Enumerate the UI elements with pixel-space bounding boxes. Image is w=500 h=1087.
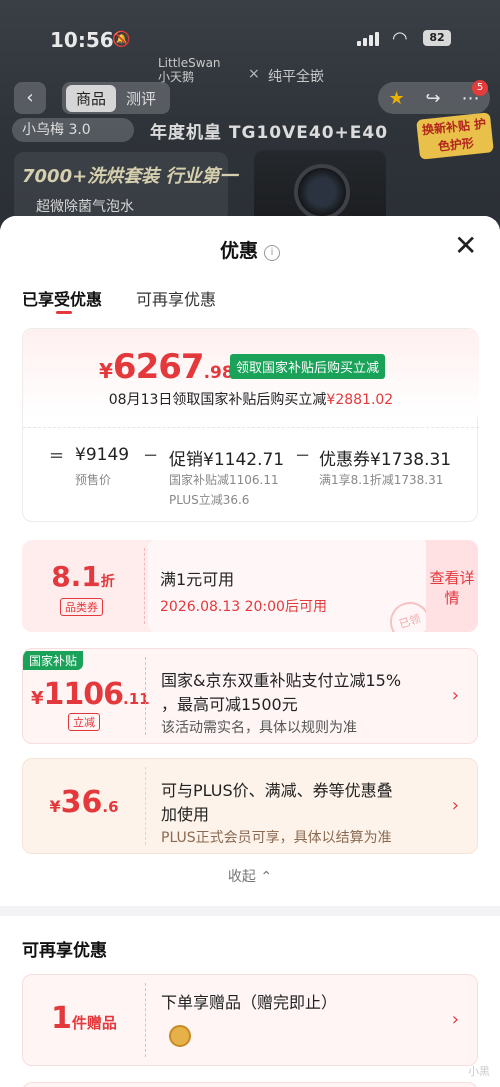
price-integer: 6267 xyxy=(112,347,205,387)
subsidy-badge: 领取国家补贴后购买立减 xyxy=(230,354,386,379)
page-tabs: 商品 测评 xyxy=(62,82,171,114)
next-card-partial xyxy=(22,1082,478,1087)
tab-product[interactable]: 商品 xyxy=(66,84,117,112)
presale-price: ¥9149 xyxy=(75,445,130,465)
card-separator xyxy=(145,983,146,1057)
presale-label: 预售价 xyxy=(75,473,112,487)
tab-available[interactable]: 可再享优惠 xyxy=(136,286,216,310)
minus-sign-1: − xyxy=(143,445,159,466)
brand-right-text: 纯平全嵌 xyxy=(268,69,324,85)
promo-sub-subsidy: 国家补贴减1106.11 xyxy=(169,473,279,487)
chevron-right-icon[interactable]: › xyxy=(452,685,459,706)
sheet-title: 优惠 i xyxy=(0,236,500,263)
view-details-button[interactable]: 查看详情 xyxy=(426,540,478,632)
coupon-time: 2026.08.13 20:00后可用 xyxy=(160,599,327,615)
gift-count-value: 1 xyxy=(51,1001,72,1036)
wifi-icon: ◠ xyxy=(392,28,408,49)
coupon-discount: 8.1折 xyxy=(22,560,144,593)
tab-indicator xyxy=(56,311,72,314)
minus-sign-2: − xyxy=(295,445,311,466)
subtitle-amount: ¥2881.02 xyxy=(326,392,394,408)
plus-discount-card[interactable]: ¥36.6 可与PLUS价、满减、券等优惠叠 加使用 PLUS正式会员可享，具体… xyxy=(22,758,478,854)
info-icon[interactable]: i xyxy=(264,245,280,261)
subsidy-currency: ¥ xyxy=(31,688,44,709)
series-tag: 小乌梅 3.0 xyxy=(12,118,134,142)
gift-thumbnail-icon xyxy=(169,1025,191,1047)
final-price: ¥ 6267 .98 xyxy=(99,347,234,387)
tab-enjoyed[interactable]: 已享受优惠 xyxy=(22,286,102,310)
tab-review[interactable]: 测评 xyxy=(116,85,166,112)
subsidy-tag: 立减 xyxy=(68,713,100,731)
coupon-discount-suffix: 折 xyxy=(100,574,115,590)
category-coupon-card[interactable]: 8.1折 品类券 满1元可用 2026.08.13 20:00后可用 已领 查看… xyxy=(22,540,478,632)
status-time: 10:56 xyxy=(50,28,114,52)
banner-line-2: 超微除菌气泡水 xyxy=(36,199,134,215)
subsidy-int: 1106 xyxy=(43,677,124,712)
share-icon[interactable]: ↪ xyxy=(426,88,441,109)
plus-currency: ¥ xyxy=(49,797,61,816)
signal-icon xyxy=(357,32,379,46)
model-text: 年度机皇 TG10VE40+E40 xyxy=(150,123,389,143)
plus-dec: .6 xyxy=(102,798,119,816)
brand-left-text: LittleSwan xyxy=(158,56,221,70)
collapse-label: 收起 xyxy=(227,869,256,885)
section-title: 可再享优惠 xyxy=(22,941,107,961)
gift-card[interactable]: 1件赠品 下单享赠品（赠完即止） › xyxy=(22,974,478,1066)
gift-line-1: 下单享赠品（赠完即止） xyxy=(161,993,338,1012)
subtitle-prefix: 08月13日领取国家补贴后购买立减 xyxy=(108,392,327,408)
plus-line-1: 可与PLUS价、满减、券等优惠叠 xyxy=(161,781,393,800)
chevron-up-icon: ⌃ xyxy=(260,869,273,885)
close-button[interactable]: ✕ xyxy=(454,232,477,260)
sheet-title-text: 优惠 xyxy=(219,240,258,262)
gift-count-suffix: 件赠品 xyxy=(71,1014,117,1032)
promo-sticker: 换新补贴 护色护形 xyxy=(416,112,494,160)
national-subsidy-card[interactable]: 国家补贴 ¥1106.11 立减 国家&京东双重补贴支付立减15% ，最高可减1… xyxy=(22,648,478,744)
brand-logo-littleswan: LittleSwan 小天鹅 xyxy=(158,56,221,84)
summary-divider xyxy=(23,427,479,428)
discount-tabs: 已享受优惠 可再享优惠 xyxy=(22,286,216,310)
promo-sub-plus: PLUS立减36.6 xyxy=(169,493,250,507)
plus-line-3: PLUS正式会员可享，具体以结算为准 xyxy=(161,830,392,846)
coupon-type-tag: 品类券 xyxy=(60,598,103,616)
washer-door xyxy=(294,164,350,220)
coupon-condition: 满1元可用 xyxy=(160,570,235,589)
mute-icon: 🔕 xyxy=(112,30,131,48)
subsidy-amount: ¥1106.11 xyxy=(31,677,150,712)
coupon-amount: 优惠券¥1738.31 xyxy=(319,450,452,470)
chevron-right-icon[interactable]: › xyxy=(452,1009,459,1030)
equals-sign: = xyxy=(49,445,65,466)
watermark: 小黑 xyxy=(468,1065,490,1078)
coupon-sub: 满1享8.1折减1738.31 xyxy=(319,473,444,487)
gift-count: 1件赠品 xyxy=(23,1001,145,1036)
plus-line-2: 加使用 xyxy=(161,805,210,824)
card-separator xyxy=(145,767,146,845)
chevron-right-icon[interactable]: › xyxy=(452,795,459,816)
subsidy-line-3: 该活动需实名，具体以规则为准 xyxy=(161,720,357,736)
card-separator xyxy=(144,548,145,624)
national-subsidy-badge: 国家补贴 xyxy=(23,651,84,670)
status-bar: 10:56 🔕 ◠ 82 xyxy=(0,26,500,56)
collapse-button[interactable]: 收起 ⌃ xyxy=(0,866,500,886)
back-button[interactable]: ‹ xyxy=(14,82,46,114)
brand-separator: × xyxy=(248,66,260,82)
subsidy-line-1: 国家&京东双重补贴支付立减15% xyxy=(161,671,402,690)
currency-symbol: ¥ xyxy=(99,359,113,383)
banner-line-1: 7000+洗烘套装 行业第一 xyxy=(22,166,238,187)
plus-int: 36 xyxy=(60,785,103,820)
notification-badge: 5 xyxy=(472,80,488,96)
favorite-icon[interactable]: ★ xyxy=(388,88,404,109)
battery-indicator: 82 xyxy=(423,30,451,46)
discount-sheet: 优惠 i ✕ 已享受优惠 可再享优惠 ¥ 6267 .98 领取国家补贴后购买立减… xyxy=(0,216,500,1087)
summary-subtitle: 08月13日领取国家补贴后购买立减¥2881.02 xyxy=(23,389,479,409)
price-summary-card: ¥ 6267 .98 领取国家补贴后购买立减 08月13日领取国家补贴后购买立减… xyxy=(22,328,479,522)
subsidy-line-2: ，最高可减1500元 xyxy=(161,695,298,714)
card-separator xyxy=(145,657,146,735)
coupon-discount-value: 8.1 xyxy=(51,560,101,593)
promo-amount: 促销¥1142.71 xyxy=(169,450,285,470)
brand-left-cn: 小天鹅 xyxy=(158,70,195,84)
plus-amount: ¥36.6 xyxy=(23,785,145,820)
